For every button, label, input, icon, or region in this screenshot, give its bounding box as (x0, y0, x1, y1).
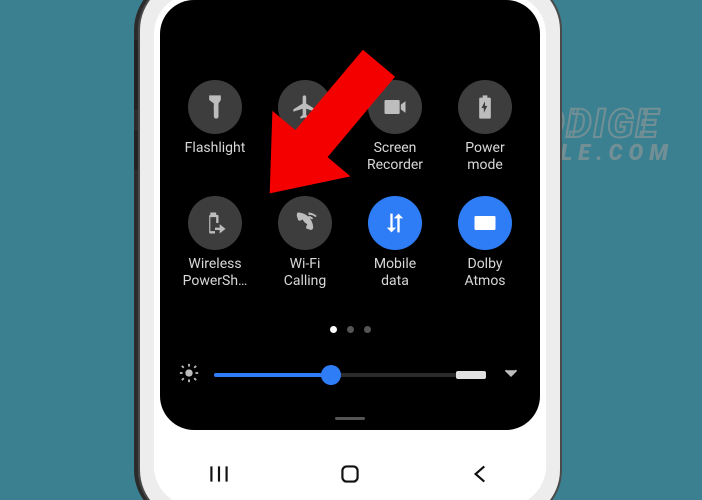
brightness-thumb[interactable] (321, 365, 341, 385)
expand-brightness-button[interactable] (500, 362, 522, 388)
back-button[interactable] (468, 461, 494, 491)
tile-wireless-powershare-label: Wireless PowerSh… (183, 256, 248, 290)
tile-wifi-calling[interactable]: Wi-Fi Calling (260, 196, 350, 290)
dolby-icon (458, 196, 512, 250)
panel-drag-handle[interactable] (335, 417, 365, 420)
tile-wifi-calling-label: Wi-Fi Calling (284, 256, 327, 290)
home-button[interactable] (337, 461, 363, 491)
tile-flashlight-label: Flashlight (185, 140, 246, 157)
brightness-fill (214, 373, 331, 377)
tile-airplane-mode-label: Airplane mode (279, 140, 330, 174)
page-dot-1 (330, 326, 337, 333)
stage: PRODIGE MOBILE.COM Flashlight (0, 0, 702, 500)
quick-settings-grid: Flashlight Airplane mode Screen Recorder (160, 80, 540, 290)
tile-wireless-powershare[interactable]: Wireless PowerSh… (170, 196, 260, 290)
tile-dolby-atmos-label: Dolby Atmos (464, 256, 505, 290)
tile-screen-recorder[interactable]: Screen Recorder (350, 80, 440, 174)
page-dot-2 (347, 326, 354, 333)
tile-airplane-mode[interactable]: Airplane mode (260, 80, 350, 174)
recents-button[interactable] (206, 461, 232, 491)
tile-mobile-data-label: Mobile data (374, 256, 416, 290)
battery-icon (458, 80, 512, 134)
mobile-data-icon (368, 196, 422, 250)
powershare-icon (188, 196, 242, 250)
brightness-auto-segment (456, 371, 486, 379)
tile-dolby-atmos[interactable]: Dolby Atmos (440, 196, 530, 290)
brightness-slider[interactable] (214, 373, 486, 377)
tile-mobile-data[interactable]: Mobile data (350, 196, 440, 290)
brightness-row (178, 362, 522, 388)
page-indicator[interactable] (160, 326, 540, 333)
phone-screen: Flashlight Airplane mode Screen Recorder (154, 0, 546, 500)
phone-body: Flashlight Airplane mode Screen Recorder (140, 0, 560, 500)
tile-power-mode[interactable]: Power mode (440, 80, 530, 174)
flashlight-icon (188, 80, 242, 134)
tile-screen-recorder-label: Screen Recorder (367, 140, 423, 174)
quick-settings-panel[interactable]: Flashlight Airplane mode Screen Recorder (160, 0, 540, 430)
tile-power-mode-label: Power mode (465, 140, 504, 174)
tile-flashlight[interactable]: Flashlight (170, 80, 260, 174)
camera-icon (368, 80, 422, 134)
wifi-calling-icon (278, 196, 332, 250)
airplane-icon (278, 80, 332, 134)
page-dot-3 (364, 326, 371, 333)
brightness-icon (178, 362, 200, 388)
navigation-bar (154, 446, 546, 500)
